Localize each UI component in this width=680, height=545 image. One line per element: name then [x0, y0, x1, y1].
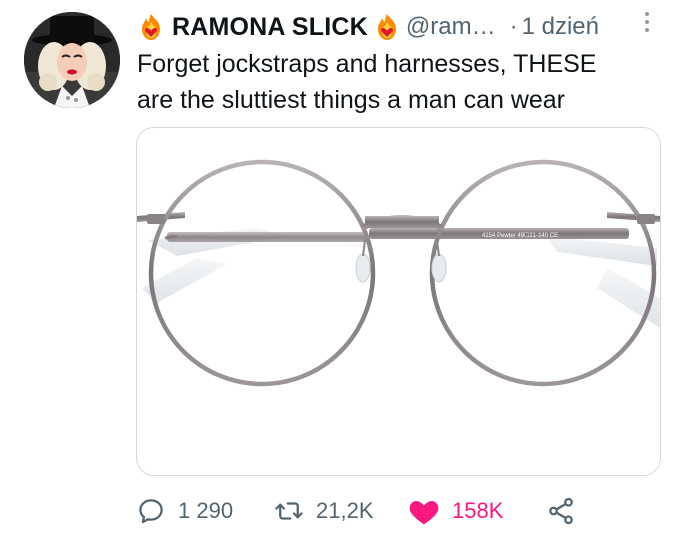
eyeglasses-photo: 4154 Pewter 49☐21-140 CE [137, 128, 660, 475]
like-button[interactable]: 158K [408, 495, 503, 527]
tweet-text-line: Forget jockstraps and harnesses, THESE [137, 50, 597, 78]
retweet-button[interactable]: 21,2K [274, 495, 374, 527]
heart-icon [409, 501, 439, 525]
reply-count: 1 290 [178, 498, 234, 523]
tweet-header: RAMONA SLICK @ram… · 1 dzień [138, 10, 658, 44]
tweet-actions: 1 290 21,2K 158K [136, 495, 596, 527]
tweet-timestamp[interactable]: 1 dzień [522, 13, 599, 41]
avatar-image [24, 12, 120, 108]
reply-button[interactable]: 1 290 [136, 495, 233, 527]
retweet-icon [275, 502, 303, 520]
avatar[interactable] [24, 12, 120, 108]
more-options-icon[interactable] [641, 12, 653, 38]
retweet-count: 21,2K [316, 498, 374, 523]
share-icon [549, 497, 573, 525]
author-display-name[interactable]: RAMONA SLICK [172, 13, 368, 42]
flame-heart-icon [138, 13, 164, 41]
tweet-text: Forget jockstraps and harnesses, THESE a… [137, 46, 657, 118]
tweet-text-line: are the sluttiest things a man can wear [137, 86, 566, 114]
flame-heart-icon [374, 13, 400, 41]
share-button[interactable] [546, 495, 576, 527]
tweet: RAMONA SLICK @ram… · 1 dzień Forget jock… [0, 0, 680, 545]
reply-icon [139, 499, 163, 524]
frame-imprint: 4154 Pewter 49☐21-140 CE [482, 232, 558, 239]
tweet-media-image[interactable]: 4154 Pewter 49☐21-140 CE [136, 127, 661, 476]
like-count: 158K [452, 498, 504, 523]
author-handle[interactable]: @ram… [406, 13, 496, 41]
time-separator: · [509, 13, 518, 40]
